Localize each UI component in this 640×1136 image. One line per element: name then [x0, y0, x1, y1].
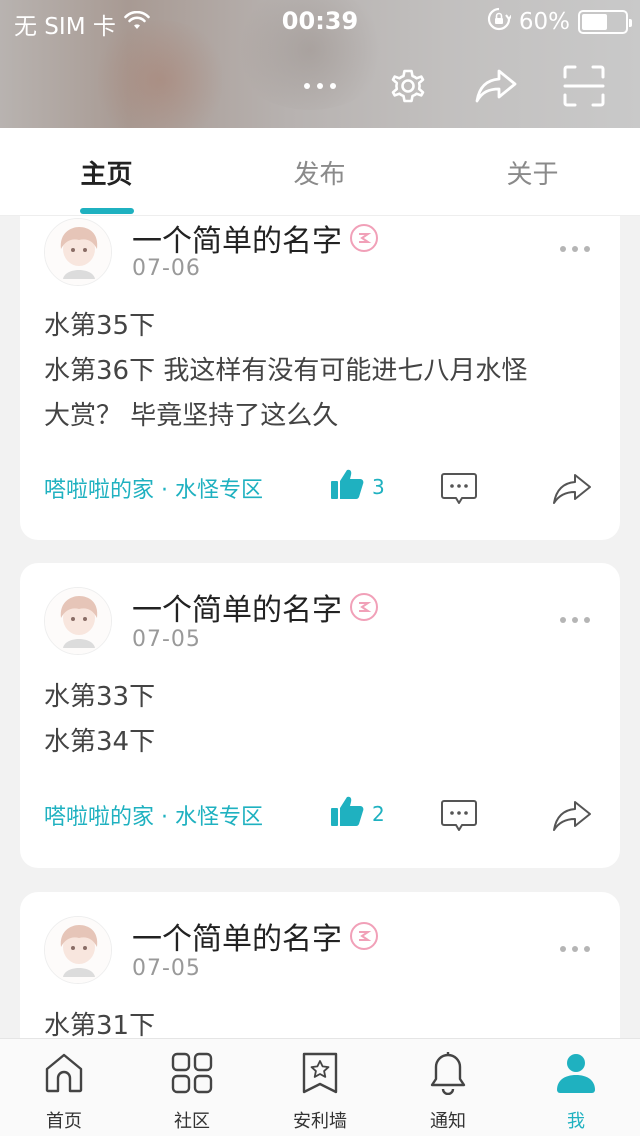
- like-button[interactable]: 3: [330, 468, 385, 505]
- post-share-icon[interactable]: [552, 799, 592, 833]
- post-share-icon[interactable]: [552, 472, 592, 506]
- post-author[interactable]: 一个简单的名字: [132, 585, 378, 629]
- post-author[interactable]: 一个简单的名字: [132, 216, 378, 260]
- scan-icon[interactable]: [556, 58, 612, 114]
- post-date: 07-06: [132, 256, 201, 281]
- post-more-icon[interactable]: [560, 244, 590, 254]
- post-card[interactable]: 一个简单的名字 07-05 水第33下 水第34下 嗒啦啦的家 · 水怪专区 2: [20, 563, 620, 868]
- author-name: 一个简单的名字: [132, 922, 342, 957]
- post-line: 水第33下: [44, 682, 156, 712]
- like-count: 2: [372, 801, 385, 826]
- bookmark-star-icon: [298, 1051, 342, 1095]
- nav-label: 通知: [430, 1111, 466, 1132]
- battery-percent: 60%: [518, 9, 570, 35]
- like-count: 3: [372, 474, 385, 499]
- user-avatar[interactable]: [44, 916, 112, 984]
- level-badge-icon: [350, 224, 378, 252]
- post-tags[interactable]: 嗒啦啦的家 · 水怪专区: [44, 472, 263, 504]
- author-name: 一个简单的名字: [132, 593, 342, 628]
- thumbs-up-icon: [330, 468, 364, 505]
- more-options-icon[interactable]: [292, 58, 348, 114]
- post-content[interactable]: 水第33下 水第34下: [44, 675, 594, 765]
- status-bar: 无 SIM 卡 00:39 60%: [0, 0, 640, 40]
- grid-icon: [170, 1051, 214, 1095]
- level-badge-icon: [350, 593, 378, 621]
- tab-home[interactable]: 主页: [0, 154, 213, 191]
- post-line: 大赏？ 毕竟坚持了这么久: [44, 401, 339, 431]
- home-icon: [42, 1051, 86, 1095]
- post-card[interactable]: 一个简单的名字 07-05 水第31下: [20, 892, 620, 1038]
- author-name: 一个简单的名字: [132, 224, 342, 259]
- comment-icon[interactable]: [440, 472, 478, 506]
- post-card[interactable]: 一个简单的名字 07-06 水第35下 水第36下 我这样有没有可能进七八月水怪…: [20, 216, 620, 540]
- post-line: 水第35下: [44, 311, 156, 341]
- nav-label: 首页: [46, 1111, 82, 1132]
- post-date: 07-05: [132, 956, 201, 981]
- nav-community[interactable]: 社区: [128, 1051, 256, 1133]
- nav-home[interactable]: 首页: [0, 1051, 128, 1133]
- tab-indicator: [80, 208, 134, 214]
- post-line: 水第36下 我这样有没有可能进七八月水怪: [44, 356, 528, 386]
- tab-about[interactable]: 关于: [426, 154, 639, 191]
- post-tags[interactable]: 嗒啦啦的家 · 水怪专区: [44, 799, 263, 831]
- comment-icon[interactable]: [440, 799, 478, 833]
- post-feed[interactable]: 一个简单的名字 07-06 水第35下 水第36下 我这样有没有可能进七八月水怪…: [0, 216, 640, 1038]
- nav-recommend-wall[interactable]: 安利墙: [256, 1051, 384, 1133]
- person-icon: [554, 1051, 598, 1095]
- post-more-icon[interactable]: [560, 615, 590, 625]
- like-button[interactable]: 2: [330, 795, 385, 832]
- user-avatar[interactable]: [44, 218, 112, 286]
- settings-gear-icon[interactable]: [380, 58, 436, 114]
- nav-me[interactable]: 我: [512, 1051, 640, 1133]
- bottom-nav: 首页 社区 安利墙 通知 我: [0, 1038, 640, 1136]
- profile-header: 无 SIM 卡 00:39 60%: [0, 0, 640, 128]
- nav-label: 我: [567, 1111, 585, 1132]
- post-line: 水第31下: [44, 1011, 156, 1038]
- thumbs-up-icon: [330, 795, 364, 832]
- post-author[interactable]: 一个简单的名字: [132, 914, 378, 958]
- share-icon[interactable]: [468, 58, 524, 114]
- rotation-lock-icon: [487, 7, 513, 37]
- nav-label: 安利墙: [293, 1111, 347, 1132]
- battery-icon: [578, 10, 632, 34]
- post-content[interactable]: 水第35下 水第36下 我这样有没有可能进七八月水怪 大赏？ 毕竟坚持了这么久: [44, 304, 594, 439]
- post-content[interactable]: 水第31下: [44, 1004, 594, 1038]
- post-line: 水第34下: [44, 727, 156, 757]
- post-more-icon[interactable]: [560, 944, 590, 954]
- post-date: 07-05: [132, 627, 201, 652]
- nav-label: 社区: [174, 1111, 210, 1132]
- profile-tabs: 主页 发布 关于: [0, 128, 640, 216]
- user-avatar[interactable]: [44, 587, 112, 655]
- tab-posts[interactable]: 发布: [213, 154, 426, 191]
- nav-notifications[interactable]: 通知: [384, 1051, 512, 1133]
- level-badge-icon: [350, 922, 378, 950]
- bell-icon: [426, 1051, 470, 1095]
